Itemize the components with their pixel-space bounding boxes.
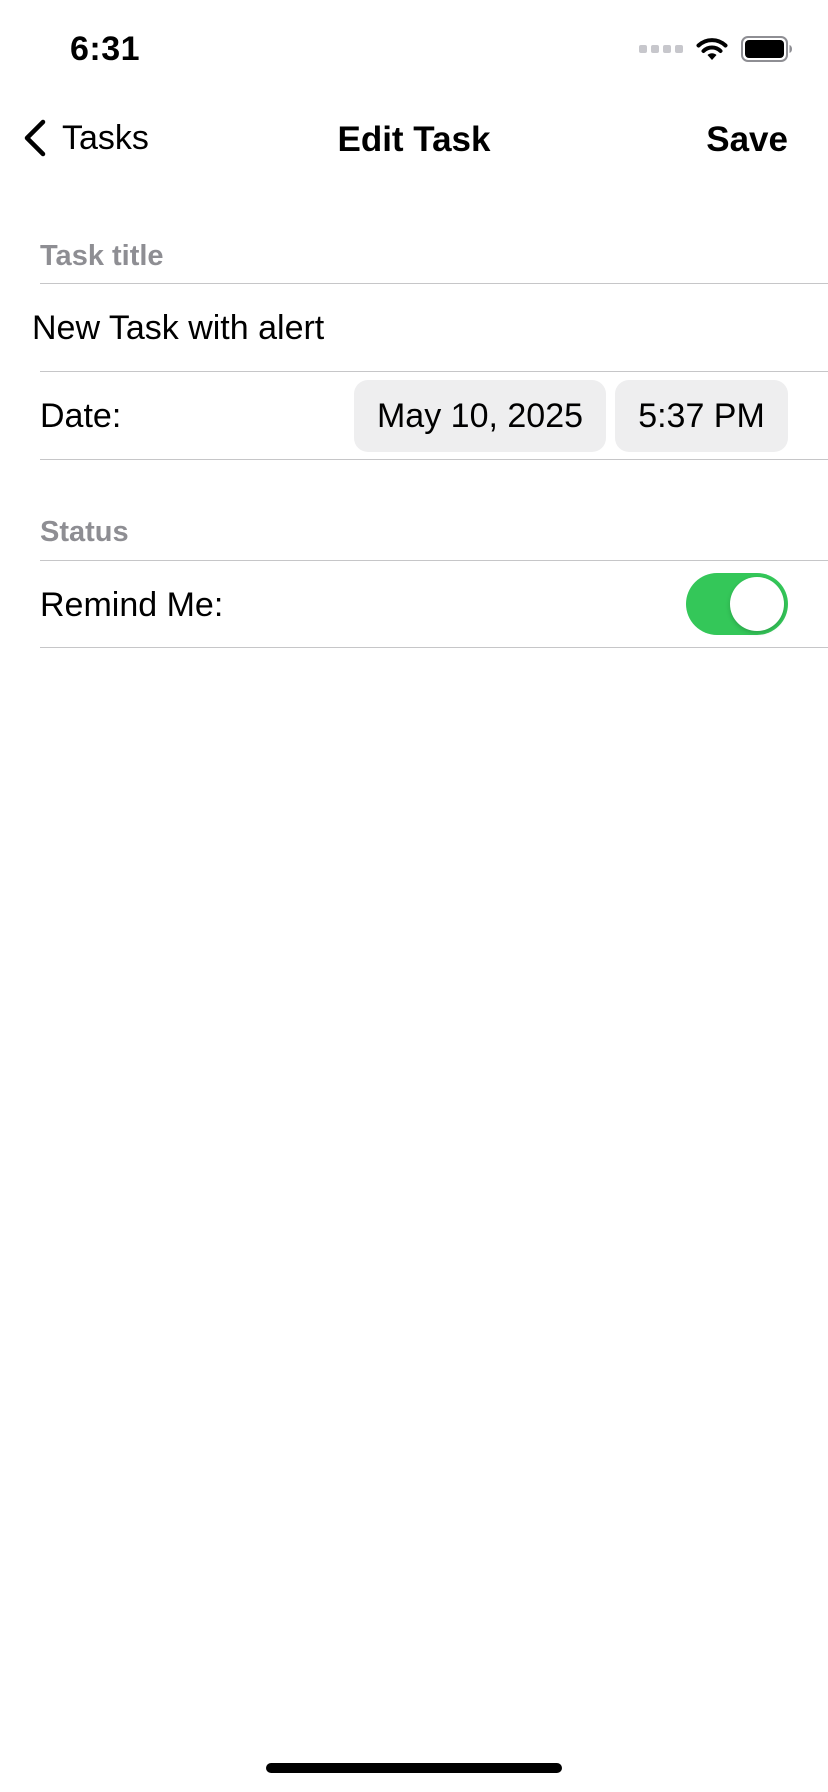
date-picker-button[interactable]: May 10, 2025 [354, 380, 606, 452]
status-icons [639, 36, 793, 62]
time-value: 5:37 PM [638, 396, 765, 435]
divider [40, 459, 828, 460]
edit-task-screen: 6:31 Tasks Edit Task Save Task title Dat… [0, 0, 828, 1792]
divider [40, 647, 828, 648]
date-label: Date: [40, 397, 122, 435]
page-title: Edit Task [337, 120, 491, 159]
divider [40, 283, 828, 284]
status-time: 6:31 [70, 30, 141, 68]
status-section-header: Status [40, 516, 129, 548]
task-title-input[interactable] [32, 300, 792, 356]
divider [40, 560, 828, 561]
cellular-signal-icon [639, 45, 683, 53]
time-picker-button[interactable]: 5:37 PM [615, 380, 788, 452]
remind-me-toggle[interactable] [686, 573, 788, 635]
save-button[interactable]: Save [706, 120, 788, 160]
home-indicator[interactable] [266, 1763, 562, 1773]
battery-icon [741, 36, 792, 62]
task-title-section-header: Task title [40, 240, 164, 272]
divider [40, 371, 828, 372]
toggle-knob [730, 577, 784, 631]
date-value: May 10, 2025 [376, 396, 584, 435]
wifi-icon [696, 38, 728, 60]
remind-me-label: Remind Me: [40, 586, 224, 624]
